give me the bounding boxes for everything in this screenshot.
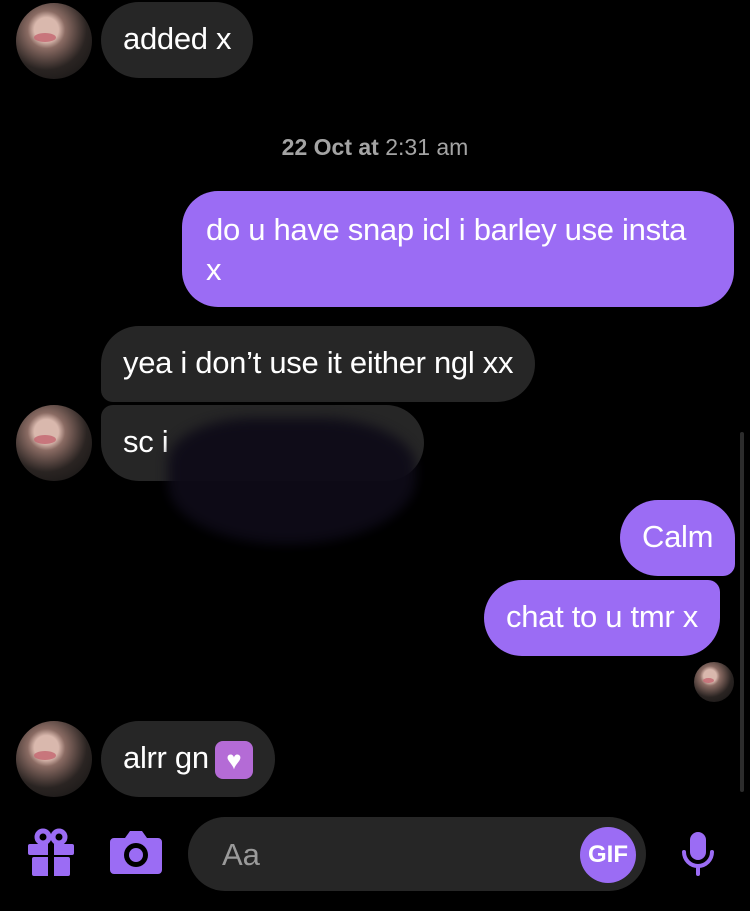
message-input[interactable] (220, 817, 564, 893)
purple-heart-emoji: ♥ (214, 740, 253, 779)
microphone-icon (682, 832, 714, 876)
message-text: alrr gn (123, 740, 209, 775)
read-receipt-avatar (694, 662, 734, 702)
message-incoming[interactable]: yea i don’t use it either ngl xx (101, 326, 536, 402)
redaction-scribble (168, 418, 416, 544)
gift-icon (28, 828, 74, 876)
message-outgoing[interactable]: do u have snap icl i barley use insta x (182, 191, 734, 307)
message-incoming[interactable]: added x (101, 2, 254, 78)
message-text: chat to u tmr x (506, 599, 698, 634)
message-text: yea i don’t use it either ngl xx (123, 345, 514, 380)
gif-button[interactable]: GIF (580, 827, 636, 883)
message-text-line: do u have snap icl i barley use insta (206, 212, 687, 247)
message-text-line: x (206, 252, 222, 287)
message-timestamp: 22 Oct at 2:31 am (0, 134, 750, 161)
timestamp-date: 22 Oct at (281, 134, 379, 160)
message-text: Calm (642, 519, 714, 554)
message-outgoing[interactable]: Calm (620, 500, 736, 576)
message-outgoing[interactable]: chat to u tmr x (484, 580, 720, 656)
microphone-button[interactable] (680, 830, 716, 878)
camera-icon (110, 831, 162, 874)
message-incoming[interactable]: alrr gn ♥ (101, 721, 275, 797)
message-text: added x (123, 21, 232, 56)
camera-button[interactable] (108, 828, 164, 876)
contact-avatar[interactable] (16, 721, 92, 797)
gift-button[interactable] (26, 826, 76, 878)
contact-avatar[interactable] (16, 405, 92, 481)
contact-avatar[interactable] (16, 3, 92, 79)
scrollbar[interactable] (740, 432, 744, 792)
timestamp-time: 2:31 am (385, 134, 469, 160)
message-text: sc i (123, 424, 169, 459)
message-composer[interactable]: GIF (188, 817, 646, 893)
